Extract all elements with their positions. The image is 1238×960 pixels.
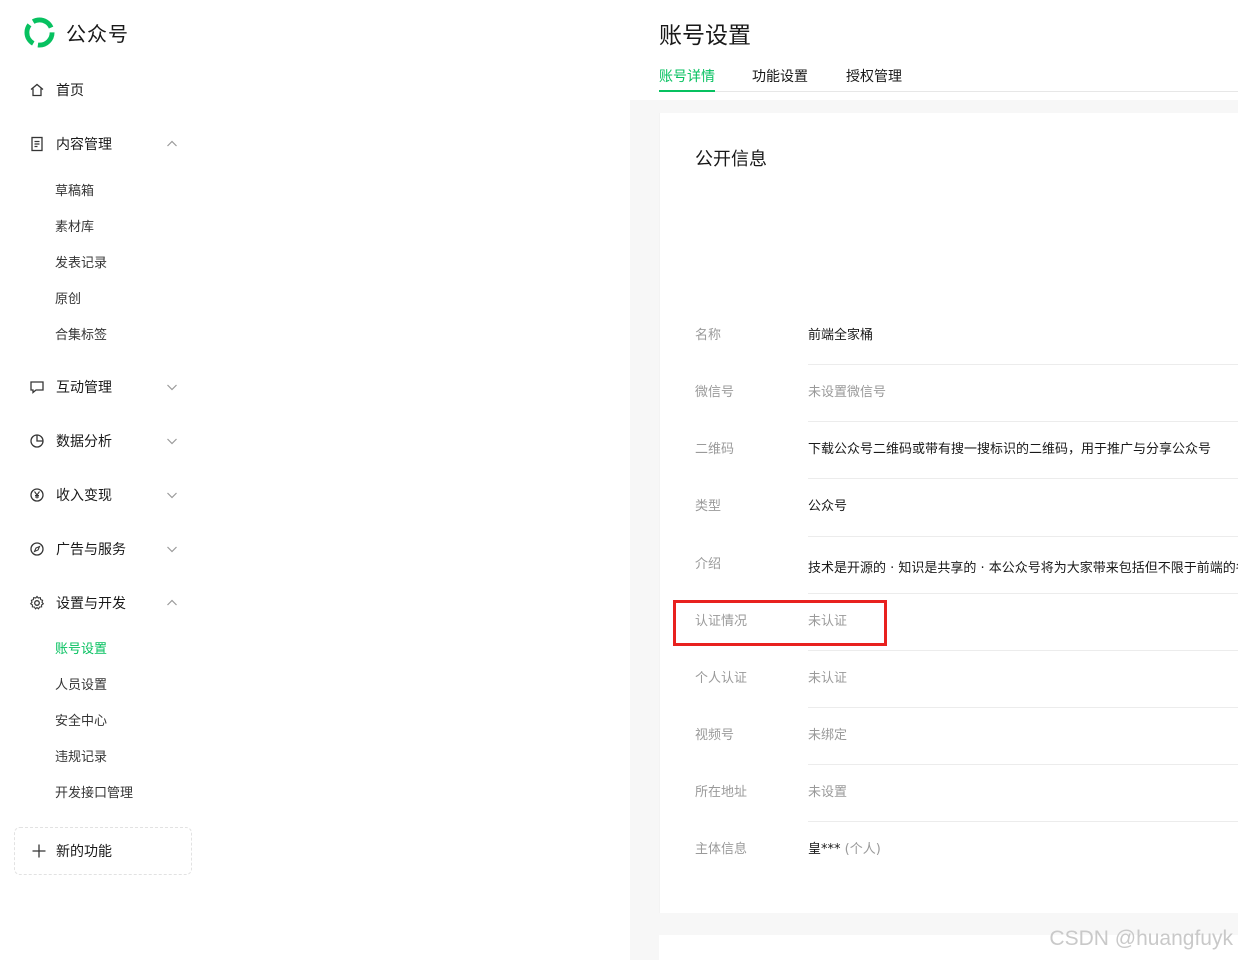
row-divider bbox=[808, 764, 1238, 765]
row-value: 未设置 bbox=[808, 785, 848, 800]
new-feature-button[interactable]: 新的功能 bbox=[14, 827, 192, 875]
sidebar-subitem-collection-tags[interactable]: 合集标签 bbox=[55, 324, 107, 348]
row-label: 类型 bbox=[695, 499, 722, 514]
sidebar-item-content[interactable]: 内容管理 bbox=[22, 129, 192, 159]
row-label: 名称 bbox=[695, 328, 722, 343]
tab-bar: 账号详情 功能设置 授权管理 bbox=[659, 64, 1238, 92]
sidebar-subitem-drafts[interactable]: 草稿箱 bbox=[55, 180, 94, 204]
chevron-up-icon bbox=[167, 140, 177, 147]
row-label: 微信号 bbox=[695, 385, 735, 400]
row-divider bbox=[808, 536, 1238, 537]
row-value: 前端全家桶 bbox=[808, 328, 874, 343]
compass-icon bbox=[27, 539, 47, 559]
row-value: 未设置微信号 bbox=[808, 385, 887, 400]
row-label: 视频号 bbox=[695, 728, 735, 743]
info-row-qrcode: 二维码 下载公众号二维码或带有搜一搜标识的二维码，用于推广与分享公众号 bbox=[695, 442, 1238, 499]
document-icon bbox=[27, 134, 47, 154]
sidebar-item-ads-services[interactable]: 广告与服务 bbox=[22, 534, 192, 564]
sidebar-item-interaction[interactable]: 互动管理 bbox=[22, 372, 192, 402]
sidebar-item-label: 设置与开发 bbox=[56, 596, 126, 612]
tab-account-details[interactable]: 账号详情 bbox=[659, 66, 715, 92]
entity-type: (个人) bbox=[844, 842, 881, 857]
sidebar-subitem-violation-records[interactable]: 违规记录 bbox=[55, 746, 107, 770]
tab-feature-settings[interactable]: 功能设置 bbox=[752, 66, 808, 90]
chat-icon bbox=[27, 377, 47, 397]
app-title: 公众号 bbox=[66, 22, 129, 46]
gear-icon bbox=[27, 593, 47, 613]
sidebar: 公众号 首页 内容管理 草稿箱 素材库 发表记录 原创 合集标签 互动管理 数据… bbox=[0, 0, 210, 960]
sidebar-subitem-original[interactable]: 原创 bbox=[55, 288, 81, 312]
logo[interactable]: 公众号 bbox=[24, 17, 129, 48]
sidebar-subitem-staff-settings[interactable]: 人员设置 bbox=[55, 674, 107, 698]
info-row-type: 类型 公众号 bbox=[695, 499, 1238, 556]
chevron-down-icon bbox=[167, 438, 177, 445]
yen-icon bbox=[27, 485, 47, 505]
info-row-entity: 主体信息 皇*** (个人) bbox=[695, 842, 1238, 899]
row-value: 未绑定 bbox=[808, 728, 848, 743]
sidebar-item-label: 收入变现 bbox=[56, 488, 112, 504]
info-row-channels: 视频号 未绑定 bbox=[695, 728, 1238, 785]
watermark: CSDN @huangfuyk bbox=[1049, 927, 1233, 950]
annotation-highlight-box bbox=[673, 600, 887, 646]
row-value: 公众号 bbox=[808, 499, 848, 514]
info-row-address: 所在地址 未设置 bbox=[695, 785, 1238, 842]
row-divider bbox=[808, 650, 1238, 651]
row-value: 技术是开源的 · 知识是共享的 · 本公众号将为大家带来包括但不限于前端的各和 bbox=[808, 561, 1238, 576]
plus-icon bbox=[32, 844, 46, 858]
row-divider bbox=[808, 364, 1238, 365]
chevron-down-icon bbox=[167, 384, 177, 391]
sidebar-item-label: 内容管理 bbox=[56, 137, 112, 153]
row-label: 二维码 bbox=[695, 442, 735, 457]
row-divider bbox=[808, 821, 1238, 822]
new-feature-label: 新的功能 bbox=[56, 844, 112, 860]
row-label: 个人认证 bbox=[695, 671, 748, 686]
row-value: 皇*** (个人) bbox=[808, 842, 881, 858]
sidebar-item-label: 互动管理 bbox=[56, 380, 112, 396]
tab-authorization[interactable]: 授权管理 bbox=[846, 66, 902, 90]
sidebar-subitem-dev-api[interactable]: 开发接口管理 bbox=[55, 782, 133, 806]
sidebar-subitem-materials[interactable]: 素材库 bbox=[55, 216, 94, 240]
sidebar-item-analytics[interactable]: 数据分析 bbox=[22, 426, 192, 456]
row-label: 介绍 bbox=[695, 557, 722, 572]
sidebar-subitem-publish-records[interactable]: 发表记录 bbox=[55, 252, 107, 276]
intro-value-container: 技术是开源的 · 知识是共享的 · 本公众号将为大家带来包括但不限于前端的各和 bbox=[808, 557, 1238, 577]
page-title: 账号设置 bbox=[659, 23, 751, 49]
chevron-up-icon bbox=[167, 599, 177, 606]
sidebar-item-settings-dev[interactable]: 设置与开发 bbox=[22, 588, 192, 618]
sidebar-subitem-account-settings[interactable]: 账号设置 bbox=[55, 638, 107, 662]
sidebar-item-label: 数据分析 bbox=[56, 434, 112, 450]
row-divider bbox=[808, 421, 1238, 422]
row-value: 未认证 bbox=[808, 671, 848, 686]
chevron-down-icon bbox=[167, 546, 177, 553]
row-divider bbox=[808, 593, 1238, 594]
sidebar-item-label: 首页 bbox=[56, 83, 84, 99]
row-label: 所在地址 bbox=[695, 785, 748, 800]
sidebar-item-monetization[interactable]: 收入变现 bbox=[22, 480, 192, 510]
chevron-down-icon bbox=[167, 492, 177, 499]
wechat-official-account-logo-icon bbox=[24, 17, 55, 48]
info-row-personal-verification: 个人认证 未认证 bbox=[695, 671, 1238, 728]
row-divider bbox=[808, 478, 1238, 479]
section-title: 公开信息 bbox=[695, 149, 767, 170]
sidebar-subitem-security-center[interactable]: 安全中心 bbox=[55, 710, 107, 734]
sidebar-item-label: 广告与服务 bbox=[56, 542, 126, 558]
info-row-name: 名称 前端全家桶 bbox=[695, 328, 1238, 385]
info-row-wechat-id: 微信号 未设置微信号 bbox=[695, 385, 1238, 442]
sidebar-item-home[interactable]: 首页 bbox=[22, 75, 192, 105]
row-label: 主体信息 bbox=[695, 842, 748, 857]
row-divider bbox=[808, 707, 1238, 708]
home-icon bbox=[27, 80, 47, 100]
qrcode-download-link[interactable]: 下载公众号二维码或带有搜一搜标识的二维码，用于推广与分享公众号 bbox=[808, 442, 1211, 458]
entity-name: 皇*** bbox=[808, 842, 841, 857]
pie-chart-icon bbox=[27, 431, 47, 451]
